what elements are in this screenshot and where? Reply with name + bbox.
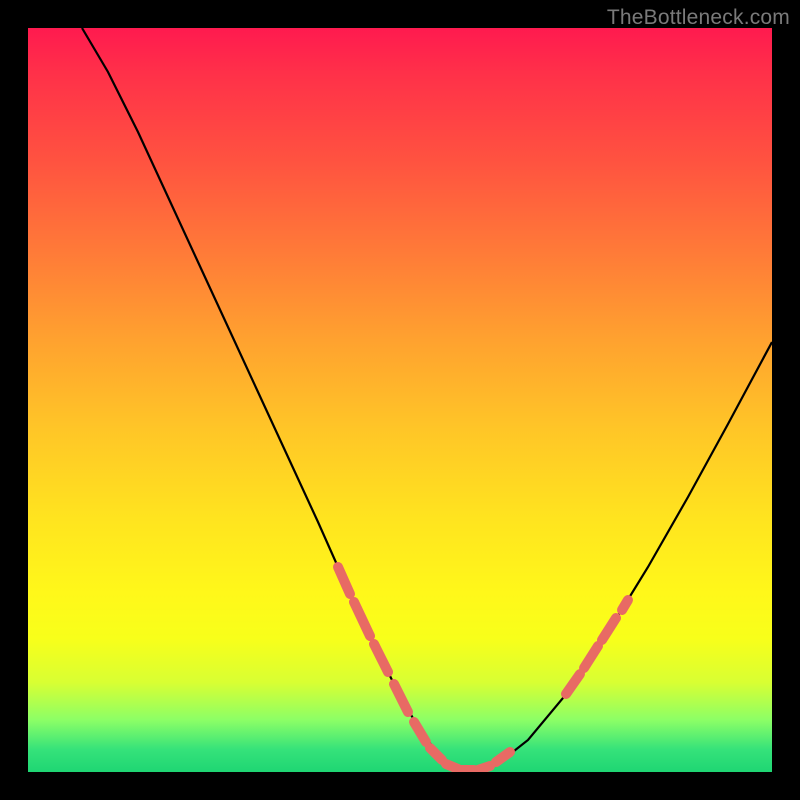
highlight-dash	[584, 646, 598, 668]
highlight-dash	[374, 644, 388, 672]
highlight-dash	[478, 766, 490, 770]
watermark-text: TheBottleneck.com	[607, 6, 790, 30]
highlight-dash	[566, 674, 580, 694]
highlight-dash	[414, 722, 426, 742]
highlight-dashes	[338, 567, 628, 770]
bottleneck-plot	[28, 28, 772, 772]
highlight-dash	[394, 684, 408, 712]
highlight-dash	[496, 752, 510, 762]
bottleneck-curve	[82, 28, 772, 770]
chart-frame	[28, 28, 772, 772]
highlight-dash	[622, 600, 628, 610]
highlight-dash	[602, 618, 616, 640]
highlight-dash	[430, 748, 442, 760]
highlight-dash	[338, 567, 350, 594]
highlight-dash	[354, 602, 370, 636]
